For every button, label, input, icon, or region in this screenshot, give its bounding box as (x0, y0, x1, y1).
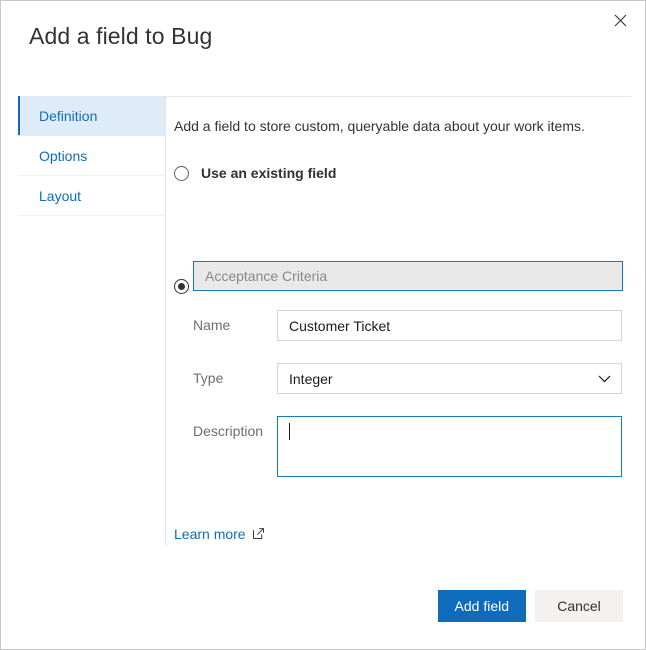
add-field-dialog: Add a field to Bug Definition Options La… (0, 0, 646, 650)
external-link-icon[interactable] (252, 527, 264, 539)
learn-more-row: Learn more (174, 526, 264, 542)
description-form-row: Description (174, 416, 629, 477)
type-form-row: Type Integer (174, 363, 629, 394)
sidebar-item-options[interactable]: Options (18, 136, 165, 176)
existing-field-input[interactable]: Acceptance Criteria (193, 261, 623, 291)
type-select[interactable]: Integer (277, 363, 622, 394)
radio-use-existing-field[interactable] (174, 165, 189, 181)
dialog-footer: Add field Cancel (1, 565, 645, 649)
name-label: Name (193, 317, 231, 333)
name-control: Customer Ticket (277, 310, 629, 341)
main-panel: Add a field to store custom, queryable d… (174, 96, 629, 542)
name-input-value: Customer Ticket (289, 317, 391, 334)
name-input[interactable]: Customer Ticket (277, 310, 622, 341)
sidebar-item-label: Options (39, 147, 88, 164)
add-field-button[interactable]: Add field (437, 590, 526, 622)
intro-text: Add a field to store custom, queryable d… (174, 118, 585, 134)
type-label: Type (193, 370, 224, 386)
sidebar-nav: Definition Options Layout (18, 96, 166, 546)
radio-create-a-field[interactable] (174, 278, 189, 294)
description-control (277, 416, 629, 477)
text-caret (289, 423, 290, 440)
page-title: Add a field to Bug (29, 23, 213, 49)
close-icon (614, 14, 627, 27)
close-button[interactable] (603, 5, 637, 35)
dialog-body: Definition Options Layout Add a field to… (1, 96, 645, 566)
sidebar-item-label: Definition (39, 107, 98, 124)
sidebar-item-layout[interactable]: Layout (18, 176, 165, 216)
sidebar-item-label: Layout (39, 187, 82, 204)
name-form-row: Name Customer Ticket (174, 310, 629, 341)
footer-buttons: Add field Cancel (437, 590, 623, 622)
type-select-value: Integer (289, 370, 333, 387)
sidebar-item-definition[interactable]: Definition (18, 96, 165, 136)
type-control: Integer (277, 363, 629, 394)
description-label: Description (193, 423, 264, 439)
cancel-button[interactable]: Cancel (535, 590, 623, 622)
chevron-down-icon (598, 375, 611, 383)
existing-field-radio-row[interactable]: Use an existing field (174, 165, 629, 181)
description-textarea[interactable] (277, 416, 622, 477)
learn-more-link[interactable]: Learn more (174, 526, 246, 542)
existing-field-placeholder: Acceptance Criteria (205, 268, 328, 284)
radio-use-existing-field-label[interactable]: Use an existing field (201, 165, 336, 181)
